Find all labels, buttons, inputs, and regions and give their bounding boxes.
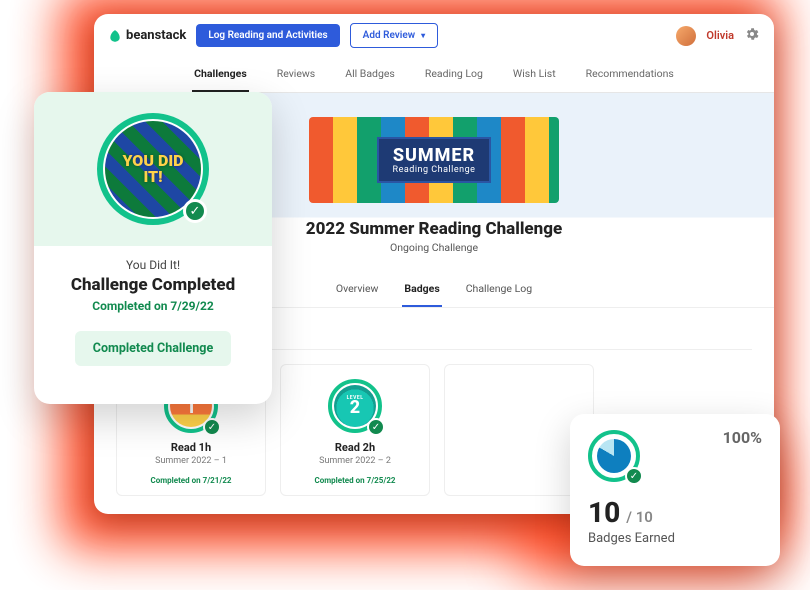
top-bar: beanstack Log Reading and Activities Add… xyxy=(94,14,774,57)
banner-title: SUMMER xyxy=(393,145,476,166)
check-icon: ✓ xyxy=(183,199,207,223)
tab-challenges[interactable]: Challenges xyxy=(192,57,249,92)
you-did-it-badge-icon: YOU DID IT! ✓ xyxy=(97,113,209,225)
brand-logo[interactable]: beanstack xyxy=(108,28,186,43)
avatar[interactable] xyxy=(676,26,696,46)
add-review-button[interactable]: Add Review ▾ xyxy=(350,23,438,48)
tab-recommendations[interactable]: Recommendations xyxy=(584,57,676,92)
main-tabs: Challenges Reviews All Badges Reading Lo… xyxy=(94,57,774,93)
progress-badge-icon: ✓ xyxy=(588,430,640,482)
badge-completed-date: Completed on 7/21/22 xyxy=(127,476,255,485)
gear-icon[interactable] xyxy=(744,26,760,45)
popout-title: Challenge Completed xyxy=(34,275,272,295)
leaf-icon xyxy=(108,29,122,43)
tab-reading-log[interactable]: Reading Log xyxy=(423,57,485,92)
badge-completed-date: Completed on 7/25/22 xyxy=(291,476,419,485)
tab-all-badges[interactable]: All Badges xyxy=(343,57,397,92)
progress-label: Badges Earned xyxy=(588,531,762,546)
username-label[interactable]: Olivia xyxy=(706,29,734,42)
badge-name: Read 2h xyxy=(291,441,419,454)
subtab-challenge-log[interactable]: Challenge Log xyxy=(464,272,534,307)
popout-subhead: You Did It! xyxy=(34,258,272,272)
completed-challenge-button[interactable]: Completed Challenge xyxy=(75,331,231,366)
popout-date: Completed on 7/29/22 xyxy=(34,299,272,313)
check-icon: ✓ xyxy=(367,418,385,436)
check-icon: ✓ xyxy=(203,418,221,436)
completion-popout: YOU DID IT! ✓ You Did It! Challenge Comp… xyxy=(34,92,272,404)
badge-sub: Summer 2022 – 1 xyxy=(127,456,255,466)
subtab-overview[interactable]: Overview xyxy=(334,272,381,307)
check-icon: ✓ xyxy=(625,467,643,485)
level-badge-icon: LEVEL2 ✓ xyxy=(328,379,382,433)
subtab-badges[interactable]: Badges xyxy=(402,272,441,307)
tab-wish-list[interactable]: Wish List xyxy=(511,57,558,92)
banner-subtitle: Reading Challenge xyxy=(393,165,476,175)
badge-name: Read 1h xyxy=(127,441,255,454)
progress-percent: 100% xyxy=(723,428,762,447)
chevron-down-icon: ▾ xyxy=(421,31,425,40)
badge-card[interactable]: LEVEL2 ✓ Read 2h Summer 2022 – 2 Complet… xyxy=(280,364,430,496)
badge-sub: Summer 2022 – 2 xyxy=(291,456,419,466)
progress-total: / 10 xyxy=(626,508,653,526)
progress-earned: 10 xyxy=(588,496,620,529)
log-reading-button[interactable]: Log Reading and Activities xyxy=(196,24,339,47)
challenge-banner: SUMMER Reading Challenge xyxy=(309,117,559,203)
progress-popout: 100% ✓ 10 / 10 Badges Earned xyxy=(570,414,780,566)
tab-reviews[interactable]: Reviews xyxy=(275,57,318,92)
